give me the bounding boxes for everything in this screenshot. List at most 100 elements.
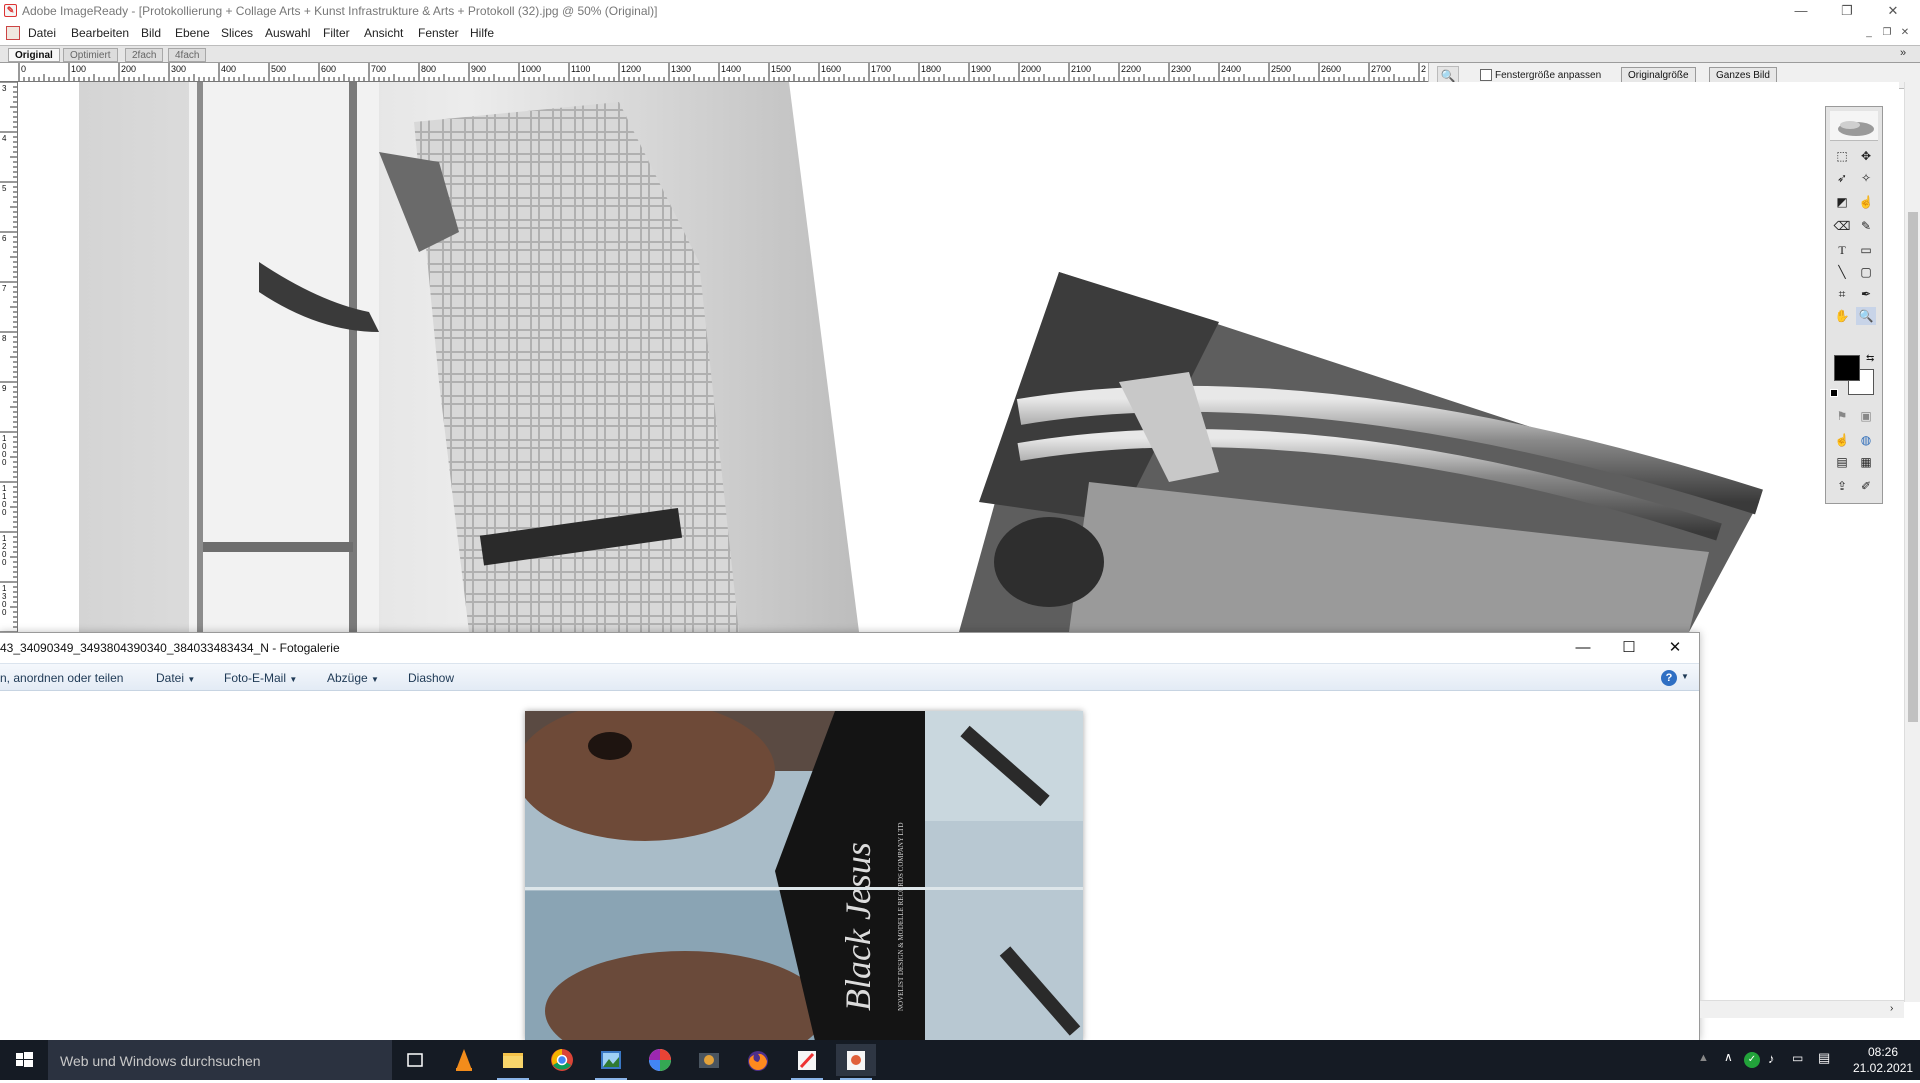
menu-slices[interactable]: Slices (221, 26, 253, 40)
document-icon[interactable] (6, 26, 20, 40)
document-close-button[interactable]: ✕ (1898, 27, 1912, 39)
edit-tool-icon[interactable]: ✐ (1856, 477, 1876, 495)
default-colors-icon[interactable] (1830, 389, 1838, 397)
scroll-right-icon[interactable]: › (1890, 1003, 1893, 1014)
firefox-icon[interactable] (738, 1044, 778, 1076)
maximize-button[interactable]: ❐ (1824, 0, 1870, 23)
gallery-minimize-button[interactable]: — (1560, 633, 1606, 663)
slideshow-button[interactable]: Diashow (408, 671, 454, 685)
eraser-tool-icon[interactable]: ⌫ (1832, 217, 1852, 235)
gallery-close-button[interactable]: ✕ (1652, 633, 1698, 663)
imageready-app-icon[interactable]: ✎ (4, 4, 17, 17)
photo-email-menu[interactable]: Foto-E-Mail ▼ (224, 671, 297, 685)
fit-window-label: Fenstergröße anpassen (1495, 70, 1602, 81)
marquee-tool-icon[interactable]: ⬚ (1832, 147, 1852, 165)
image-canvas[interactable] (19, 82, 1899, 632)
photo-email-label: Foto-E-Mail (224, 671, 287, 685)
gallery-maximize-button[interactable]: ☐ (1606, 633, 1652, 663)
file-menu[interactable]: Datei ▼ (156, 671, 195, 685)
foreground-color-swatch[interactable] (1834, 355, 1860, 381)
menu-ansicht[interactable]: Ansicht (364, 26, 403, 40)
magic-wand-icon[interactable]: ✧ (1856, 169, 1876, 187)
tab-2fach[interactable]: 2fach (125, 48, 164, 62)
scrollbar-thumb[interactable] (1908, 212, 1918, 722)
start-button[interactable] (0, 1040, 48, 1080)
standard-screen-mode-icon[interactable]: ▤ (1832, 453, 1852, 471)
tab-original[interactable]: Original (8, 48, 60, 62)
document-restore-button[interactable]: ❐ (1880, 27, 1894, 39)
shape-tool-icon[interactable]: ▢ (1856, 263, 1876, 281)
horizontal-scrollbar[interactable]: › (1700, 1000, 1904, 1018)
minimize-button[interactable]: — (1778, 0, 1824, 23)
chevron-down-icon: ▼ (187, 675, 196, 684)
volume-icon[interactable]: ♪ (1768, 1051, 1775, 1066)
notifications-icon[interactable]: ▤ (1818, 1050, 1830, 1066)
fit-window-checkbox[interactable] (1480, 69, 1492, 81)
network-icon[interactable]: ▭ (1792, 1051, 1803, 1065)
document-minimize-button[interactable]: _ (1862, 27, 1876, 39)
task-view-icon[interactable] (395, 1044, 435, 1076)
close-button[interactable]: ✕ (1870, 0, 1916, 23)
security-check-icon[interactable]: ✓ (1744, 1052, 1760, 1068)
ruler-label: 200 (121, 64, 136, 74)
clock-time[interactable]: 08:26 (1853, 1045, 1913, 1059)
menu-bearbeiten[interactable]: Bearbeiten (71, 26, 129, 40)
tab-4fach[interactable]: 4fach (168, 48, 207, 62)
photo-gallery-icon[interactable] (591, 1044, 631, 1080)
tab-optimiert[interactable]: Optimiert (63, 48, 118, 62)
chrome-icon[interactable] (542, 1044, 582, 1076)
rollover-preview-icon[interactable]: ☝ (1832, 431, 1852, 449)
line-tool-icon[interactable]: ╲ (1832, 263, 1852, 281)
slice-tool-icon[interactable]: ◩ (1832, 193, 1852, 211)
jump-to-photoshop-icon[interactable]: ⇪ (1832, 477, 1852, 495)
chevron-down-icon: ▼ (371, 675, 379, 684)
menu-auswahl[interactable]: Auswahl (265, 26, 310, 40)
ruler-label-vertical: 4 (2, 134, 7, 143)
move-tool-icon[interactable]: ✥ (1856, 147, 1876, 165)
ruler-label: 1800 (921, 64, 941, 74)
show-hidden-icons-icon[interactable]: ∧ (1724, 1050, 1733, 1064)
menu-hilfe[interactable]: Hilfe (470, 26, 494, 40)
file-explorer-icon[interactable] (493, 1044, 533, 1080)
clock-date[interactable]: 21.02.2021 (1853, 1061, 1913, 1075)
ruler-label-vertical: 8 (2, 334, 7, 343)
lasso-tool-icon[interactable]: ➶ (1832, 169, 1852, 187)
hand-tool-icon[interactable]: ✋ (1832, 307, 1852, 325)
ruler-label-vertical: 0 (2, 608, 7, 617)
picasa-icon[interactable] (640, 1044, 680, 1076)
swap-colors-icon[interactable]: ⇆ (1866, 353, 1874, 364)
menu-filter[interactable]: Filter (323, 26, 350, 40)
full-screen-mode-icon[interactable]: ▦ (1856, 453, 1876, 471)
brush-tool-icon[interactable]: ✎ (1856, 217, 1876, 235)
tray-icon[interactable]: ▲ (1698, 1052, 1709, 1068)
help-chevron-down-icon[interactable]: ▼ (1681, 672, 1689, 681)
photo-overlay-text: Black Jesus (838, 842, 878, 1011)
search-box[interactable]: Web und Windows durchsuchen (48, 1040, 392, 1080)
menu-fenster[interactable]: Fenster (418, 26, 459, 40)
menu-datei[interactable]: Datei (28, 26, 56, 40)
toggle-slices-icon[interactable]: ⚑ (1832, 407, 1852, 425)
menu-bar: Datei Bearbeiten Bild Ebene Slices Auswa… (0, 23, 1920, 44)
type-tool-icon[interactable]: T (1832, 241, 1852, 259)
displayed-photo[interactable]: Black Jesus NOVELIST DESIGN & MODELLE RE… (525, 711, 1083, 1040)
camera-icon[interactable] (689, 1044, 729, 1076)
rectangle-tool-icon[interactable]: ▭ (1856, 241, 1876, 259)
panel-expand-icon[interactable]: » (1900, 47, 1906, 59)
zoom-tool-icon[interactable]: 🔍 (1856, 307, 1876, 325)
help-icon[interactable]: ? (1661, 670, 1677, 686)
eyedropper-icon[interactable]: ✒ (1856, 285, 1876, 303)
menu-bild[interactable]: Bild (141, 26, 161, 40)
slice-select-icon[interactable]: ☝ (1856, 193, 1876, 211)
organize-share-menu[interactable]: n, anordnen oder teilen (0, 671, 123, 685)
vertical-scrollbar[interactable] (1904, 82, 1920, 1002)
menu-ebene[interactable]: Ebene (175, 26, 210, 40)
ruler-label: 2 (1421, 64, 1426, 74)
crop-tool-icon[interactable]: ⌗ (1832, 285, 1852, 303)
toggle-image-maps-icon[interactable]: ▣ (1856, 407, 1876, 425)
vlc-icon[interactable] (444, 1044, 484, 1076)
chevron-down-icon: ▼ (289, 675, 298, 684)
preview-in-browser-icon[interactable]: ◍ (1856, 431, 1876, 449)
prints-menu[interactable]: Abzüge ▼ (327, 671, 379, 685)
photoshop-icon[interactable] (836, 1044, 876, 1080)
imageready-icon[interactable] (787, 1044, 827, 1080)
